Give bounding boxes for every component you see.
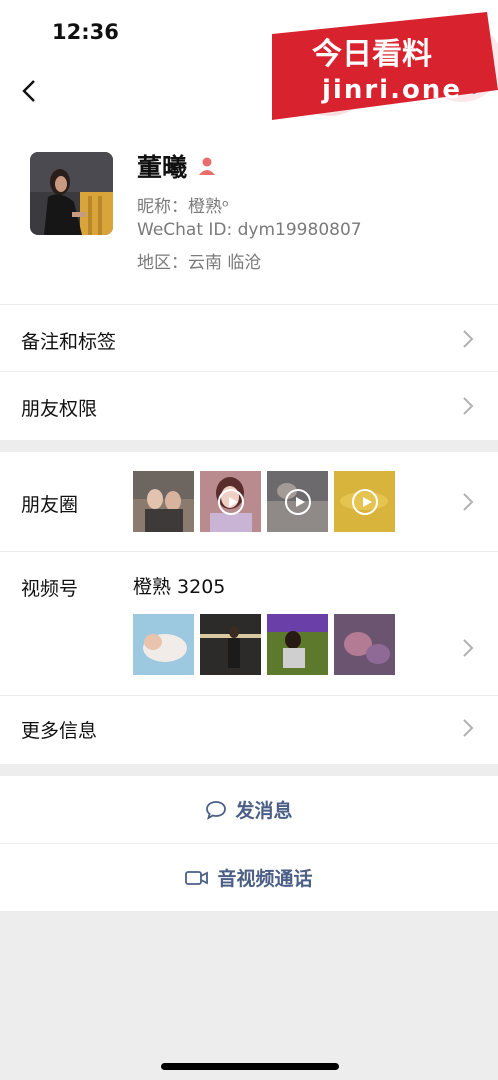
channels-thumbnail [133, 614, 194, 675]
chevron-left-icon [22, 80, 35, 102]
section-gap [0, 764, 498, 776]
moments-label: 朋友圈 [21, 494, 79, 516]
nickname: 昵称：橙熟ᵒ [137, 197, 230, 217]
channels-row[interactable]: 视频号 橙熟 3205 [0, 552, 498, 696]
chevron-right-icon [463, 719, 474, 737]
remarks-label: 备注和标签 [21, 331, 117, 353]
watermark-line2: jinri.one [321, 75, 462, 105]
play-icon [284, 488, 311, 515]
chat-bubble-icon [206, 800, 227, 820]
moments-video-thumbnail [267, 471, 328, 532]
moments-row[interactable]: 朋友圈 [0, 452, 498, 552]
permissions-row[interactable]: 朋友权限 [0, 372, 498, 440]
video-camera-icon [185, 870, 209, 885]
chevron-right-icon [463, 639, 474, 657]
channels-thumbnails [133, 614, 395, 675]
permissions-label: 朋友权限 [21, 398, 98, 420]
more-info-label: 更多信息 [21, 720, 98, 742]
remarks-row[interactable]: 备注和标签 [0, 304, 498, 372]
channels-thumbnail [200, 614, 261, 675]
name-row: 董曦 [137, 148, 217, 184]
section-gap [0, 440, 498, 452]
watermark-line1: 今日看料 [312, 37, 432, 72]
avatar[interactable] [30, 152, 113, 235]
channels-thumbnail [267, 614, 328, 675]
channels-account-name: 橙熟 3205 [133, 576, 226, 598]
send-message-label: 发消息 [235, 800, 293, 822]
moments-thumbnails [133, 471, 395, 532]
female-person-icon [199, 157, 216, 175]
send-message-button[interactable]: 发消息 [0, 776, 498, 844]
chevron-right-icon [463, 330, 474, 348]
status-time: 12:36 [52, 20, 119, 44]
video-call-button[interactable]: 音视频通话 [0, 844, 498, 912]
back-button[interactable] [14, 76, 44, 106]
profile-name: 董曦 [137, 153, 188, 182]
video-call-label: 音视频通话 [217, 868, 313, 890]
play-icon [217, 488, 244, 515]
channels-thumbnail [334, 614, 395, 675]
more-info-row[interactable]: 更多信息 [0, 696, 498, 764]
channels-label: 视频号 [21, 578, 79, 600]
moments-thumbnail [133, 471, 194, 532]
region: 地区：云南 临沧 [137, 253, 262, 273]
chevron-right-icon [463, 397, 474, 415]
moments-video-thumbnail [200, 471, 261, 532]
moments-video-thumbnail [334, 471, 395, 532]
play-icon [351, 488, 378, 515]
home-indicator[interactable] [161, 1063, 339, 1070]
profile-header: 董曦 昵称：橙熟ᵒ WeChat ID: dym19980807 地区：云南 临… [0, 120, 498, 304]
chevron-right-icon [463, 493, 474, 511]
wechat-id: WeChat ID: dym19980807 [137, 220, 362, 240]
watermark-logo: 今日看料 jinri.one [272, 4, 498, 124]
